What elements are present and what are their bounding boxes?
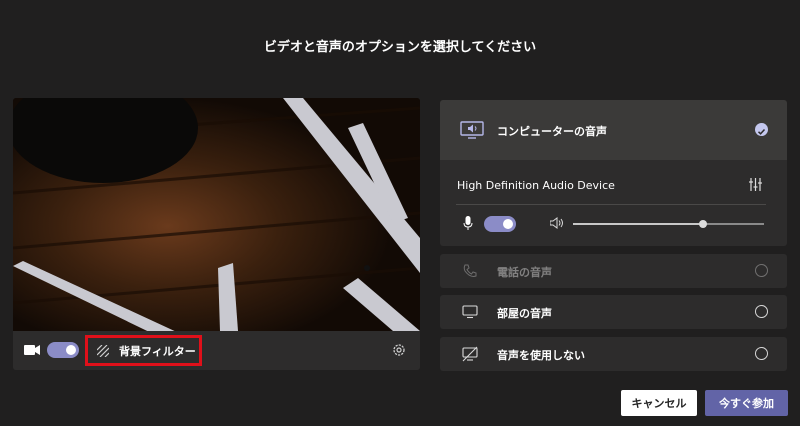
camera-icon[interactable]: [24, 344, 40, 356]
camera-preview: [13, 98, 420, 331]
dialog-title: ビデオと音声のオプションを選択してください: [263, 40, 537, 55]
video-controls: 背景フィルター: [13, 331, 420, 370]
room-audio-option[interactable]: 部屋の音声: [440, 295, 787, 329]
toggle-knob: [503, 219, 513, 229]
join-now-button[interactable]: 今すぐ参加: [705, 390, 788, 416]
phone-audio-label: 電話の音声: [497, 266, 552, 279]
volume-slider-handle[interactable]: [698, 220, 707, 228]
room-audio-label: 部屋の音声: [497, 307, 552, 320]
camera-toggle[interactable]: [47, 342, 79, 358]
no-audio-option[interactable]: 音声を使用しない: [440, 337, 787, 371]
background-filter-label: 背景フィルター: [119, 344, 196, 358]
sliders-icon[interactable]: [749, 178, 762, 191]
audio-device-name: High Definition Audio Device: [457, 179, 615, 192]
phone-audio-radio: [755, 264, 768, 277]
no-audio-radio[interactable]: [755, 347, 768, 360]
phone-icon: [463, 264, 477, 277]
background-filter-button[interactable]: 背景フィルター: [85, 335, 202, 366]
no-audio-icon: [462, 346, 478, 362]
microphone-icon: [463, 216, 473, 230]
gear-icon[interactable]: [392, 343, 406, 357]
toggle-knob: [66, 345, 76, 355]
computer-speaker-icon: [460, 121, 484, 139]
background-filter-icon: [97, 344, 109, 357]
cancel-button[interactable]: キャンセル: [621, 390, 697, 416]
phone-audio-option: 電話の音声: [440, 254, 787, 288]
volume-slider[interactable]: [573, 220, 764, 228]
video-panel: 背景フィルター: [13, 98, 420, 370]
volume-fill: [573, 223, 703, 225]
monitor-icon: [462, 305, 478, 319]
audio-device-panel: High Definition Audio Device: [440, 160, 787, 246]
speaker-icon: [550, 217, 563, 229]
computer-audio-option[interactable]: コンピューターの音声: [440, 100, 787, 160]
no-audio-label: 音声を使用しない: [497, 349, 585, 362]
room-audio-radio[interactable]: [755, 305, 768, 318]
checkmark-icon: [755, 123, 768, 136]
divider: [456, 204, 766, 205]
microphone-toggle[interactable]: [484, 216, 516, 232]
computer-audio-label: コンピューターの音声: [497, 125, 607, 138]
